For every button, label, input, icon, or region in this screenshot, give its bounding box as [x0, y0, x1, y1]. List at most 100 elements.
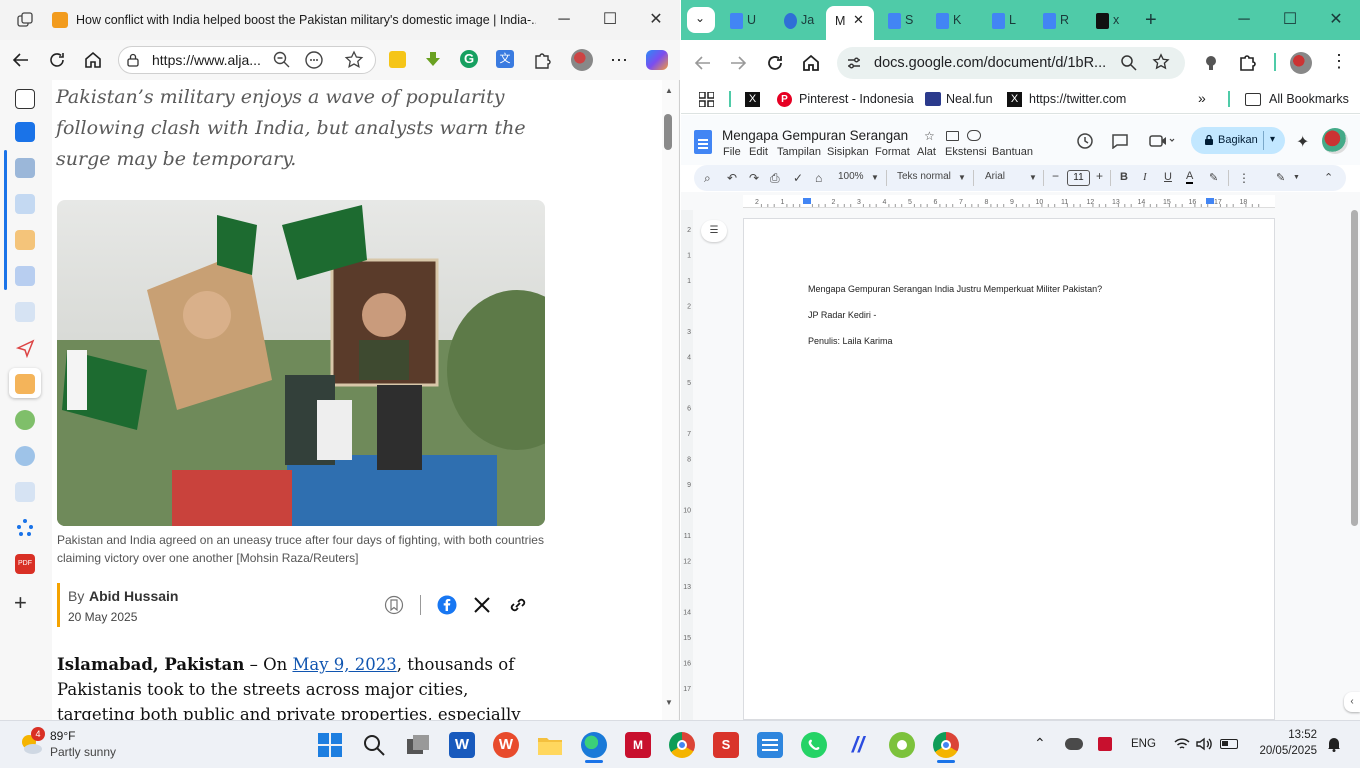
translate-icon[interactable]: 文 [496, 50, 514, 68]
menu-extensions[interactable]: Ekstensi [945, 146, 987, 158]
search-icon[interactable] [361, 732, 387, 758]
close-icon[interactable]: ✕ [1326, 10, 1346, 30]
bookmarks-overflow-icon[interactable]: » [1198, 90, 1206, 106]
x-share-icon[interactable] [473, 596, 491, 614]
maximize-icon[interactable]: ☐ [600, 10, 620, 30]
font-select[interactable]: Arial [985, 171, 1005, 182]
redo-icon[interactable]: ↷ [749, 171, 759, 185]
chrome-tab[interactable]: Ja [774, 8, 822, 34]
weather-desc[interactable]: Partly sunny [50, 745, 116, 759]
extension-yellow-icon[interactable] [389, 51, 406, 68]
chrome-tab[interactable]: x [1086, 8, 1134, 34]
paint-format-icon[interactable]: ⌂ [815, 171, 822, 185]
slash-app-icon[interactable]: // [845, 732, 871, 758]
mendeley-icon[interactable]: M [625, 732, 651, 758]
onedrive-cloud-icon[interactable] [1065, 738, 1083, 750]
menu-insert[interactable]: Sisipkan [827, 146, 869, 158]
facebook-share-icon[interactable] [437, 595, 457, 615]
underline-icon[interactable]: U [1164, 171, 1172, 183]
editing-mode-icon[interactable]: ✎ [1276, 171, 1285, 184]
copilot-icon[interactable] [646, 50, 668, 70]
edge-tab-title[interactable]: How conflict with India helped boost the… [76, 13, 536, 27]
spellcheck-icon[interactable]: ✓ [793, 171, 803, 185]
menu-tools[interactable]: Alat [917, 146, 936, 158]
new-tab-plus-icon[interactable]: + [1145, 9, 1157, 32]
vertical-tab-active-icon[interactable] [15, 122, 35, 142]
menu-view[interactable]: Tampilan [777, 146, 821, 158]
wifi-icon[interactable] [1174, 737, 1190, 751]
comments-icon[interactable] [1111, 133, 1129, 149]
text-color-icon[interactable]: A [1186, 171, 1194, 184]
maximize-icon[interactable]: ☐ [1280, 10, 1300, 30]
vertical-tab-aljazeera-icon[interactable] [15, 230, 35, 250]
vertical-tab-pdf-icon[interactable]: PDF [15, 554, 35, 574]
new-tab-plus-icon[interactable]: + [14, 592, 27, 614]
bookmark-icon[interactable] [384, 595, 404, 615]
cloud-status-icon[interactable] [967, 130, 981, 141]
weather-temp[interactable]: 89°F [50, 729, 75, 743]
meet-icon[interactable] [1149, 134, 1175, 148]
reading-mode-icon[interactable] [304, 50, 326, 72]
extensions-puzzle-icon[interactable] [1237, 52, 1257, 72]
input-language[interactable]: ENG [1131, 738, 1156, 750]
bookmark-twitter[interactable]: https://twitter.com [1029, 92, 1126, 106]
forward-icon[interactable] [727, 52, 749, 74]
battery-icon[interactable] [1220, 739, 1238, 749]
docs-logo-icon[interactable] [694, 130, 712, 154]
extensions-puzzle-icon[interactable] [532, 50, 554, 72]
hide-menus-icon[interactable]: ⌃ [1324, 171, 1333, 184]
edge-browser-icon[interactable] [581, 732, 607, 758]
undo-icon[interactable]: ↶ [727, 171, 737, 185]
lock-icon[interactable] [126, 53, 140, 67]
file-explorer-icon[interactable] [537, 732, 563, 758]
italic-icon[interactable]: I [1143, 171, 1147, 183]
scroll-thumb[interactable] [664, 114, 672, 150]
menu-help[interactable]: Bantuan [992, 146, 1033, 158]
side-panel-toggle-icon[interactable]: ‹ [1344, 692, 1360, 712]
copy-link-icon[interactable] [508, 595, 528, 615]
star-icon[interactable]: ☆ [924, 129, 935, 143]
home-icon[interactable] [82, 49, 104, 71]
increase-font-icon[interactable]: + [1096, 169, 1103, 183]
bookmark-nealfun[interactable]: Neal.fun [946, 92, 993, 106]
mendeley-reference-icon[interactable]: S [713, 732, 739, 758]
x-bookmark-icon[interactable]: X [745, 92, 760, 107]
left-indent-marker[interactable] [803, 198, 811, 204]
chrome-profile-icon[interactable] [933, 732, 959, 758]
right-indent-marker[interactable] [1206, 198, 1214, 204]
notification-bell-icon[interactable] [1326, 736, 1342, 752]
clock-time[interactable]: 13:52 [1283, 729, 1317, 741]
chrome-tab[interactable]: S [878, 8, 926, 34]
zoom-icon[interactable] [1120, 54, 1138, 72]
vertical-tab-search-icon[interactable] [15, 302, 35, 322]
vertical-tab-globe-icon[interactable] [15, 410, 35, 430]
more-tools-icon[interactable]: ⋮ [1238, 171, 1250, 185]
author-name-link[interactable]: Abid Hussain [89, 588, 178, 604]
vertical-tab-dots-icon[interactable] [15, 518, 35, 538]
bookmark-star-icon[interactable] [1152, 53, 1170, 71]
site-info-icon[interactable] [846, 55, 862, 71]
vertical-tab-search-icon[interactable] [15, 482, 35, 502]
print-icon[interactable]: ⎙ [770, 171, 780, 186]
chrome-tab[interactable]: U [720, 8, 768, 34]
show-hidden-icons-icon[interactable]: ⌃ [1034, 735, 1046, 752]
vertical-tab-aljazeera-icon[interactable] [15, 374, 35, 394]
chrome-tab[interactable]: R [1033, 8, 1081, 34]
edge-scrollbar[interactable]: ▲ ▼ [662, 80, 678, 720]
version-history-icon[interactable] [1076, 132, 1094, 150]
chrome-tab-active[interactable]: M ✕ [826, 6, 874, 40]
vertical-ruler[interactable]: 2 1 1 2 3 4 5 6 7 8 9 10 11 12 13 14 15 16 17 [681, 210, 693, 720]
share-dropdown-icon[interactable]: ▾ [1270, 134, 1275, 145]
bookmark-pinterest[interactable]: Pinterest - Indonesia [799, 92, 914, 106]
home-icon[interactable] [800, 52, 822, 74]
tray-app-icon[interactable] [1098, 737, 1112, 751]
doc-line-source[interactable]: JP Radar Kediri - [808, 310, 876, 320]
vertical-tab-icon[interactable] [15, 158, 35, 178]
whatsapp-icon[interactable] [801, 732, 827, 758]
volume-icon[interactable] [1196, 737, 1212, 751]
scroll-down-arrow-icon[interactable]: ▼ [665, 698, 673, 707]
docs-scrollbar-thumb[interactable] [1351, 210, 1358, 526]
minimize-icon[interactable]: ─ [1234, 10, 1254, 30]
body-date-link[interactable]: May 9, 2023 [292, 655, 396, 674]
back-icon[interactable] [692, 52, 714, 74]
